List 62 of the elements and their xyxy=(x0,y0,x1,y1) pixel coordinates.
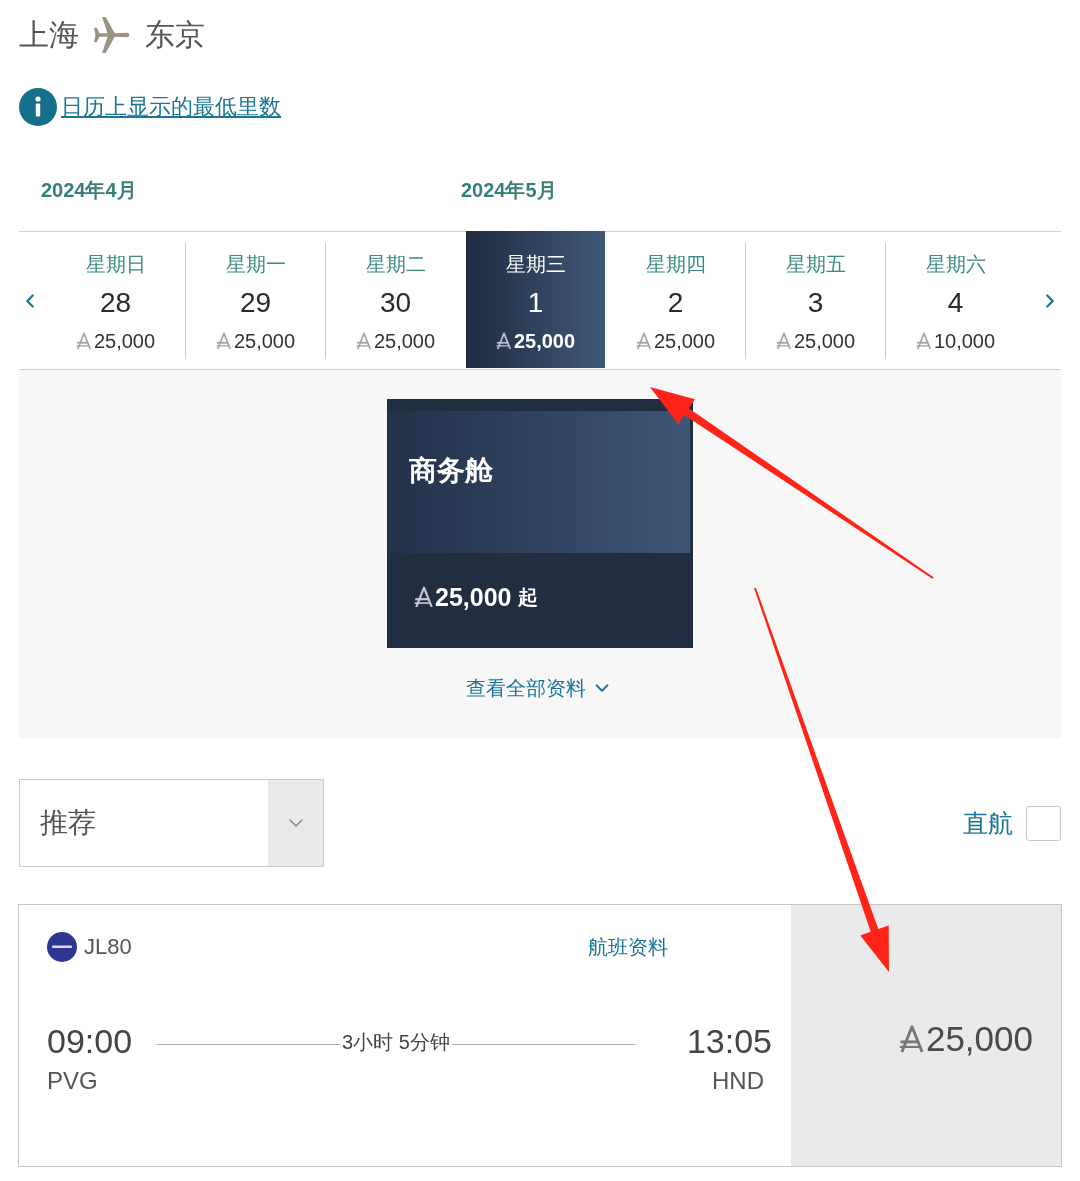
origin-city: 上海 xyxy=(19,17,79,53)
nonstop-label: 直航 xyxy=(963,808,1013,838)
date-tab[interactable]: 星期三 1 25,000 xyxy=(466,231,605,368)
currency-icon xyxy=(75,332,92,350)
view-all-details-link[interactable]: 查看全部资料 xyxy=(466,675,614,701)
info-icon xyxy=(19,88,57,126)
cabin-price: 25,000 xyxy=(435,582,512,612)
date-tab[interactable]: 星期四 2 25,000 xyxy=(606,232,745,369)
day-number: 2 xyxy=(667,286,684,320)
miles-price: 25,000 xyxy=(93,329,156,354)
miles-price: 25,000 xyxy=(653,329,716,354)
flight-duration: 3小时 5分钟 xyxy=(340,1029,452,1055)
weekday-label: 星期四 xyxy=(645,252,706,277)
weekday-label: 星期日 xyxy=(85,252,146,277)
currency-icon xyxy=(635,332,652,350)
date-tab[interactable]: 星期日 28 25,000 xyxy=(46,232,185,369)
lowest-miles-link[interactable]: 日历上显示的最低里数 xyxy=(61,93,281,121)
day-number: 1 xyxy=(527,286,544,320)
sort-dropdown[interactable]: 推荐 xyxy=(19,779,324,867)
weekday-label: 星期二 xyxy=(365,252,426,277)
weekday-label: 星期三 xyxy=(505,252,566,277)
weekday-label: 星期五 xyxy=(785,252,846,277)
month-label: 2024年4月 xyxy=(41,178,137,203)
departure-airport: PVG xyxy=(47,1067,98,1095)
miles-price: 25,000 xyxy=(373,329,436,354)
cabin-card[interactable]: 商务舱 25,000 起 xyxy=(387,399,693,648)
miles-price: 25,000 xyxy=(233,329,296,354)
date-tab[interactable]: 星期一 29 25,000 xyxy=(186,232,325,369)
flight-number: JL80 xyxy=(84,933,132,961)
currency-icon xyxy=(355,332,372,350)
cabin-name: 商务舱 xyxy=(409,455,493,486)
currency-icon xyxy=(215,332,232,350)
month-label: 2024年5月 xyxy=(461,178,557,203)
nonstop-checkbox[interactable] xyxy=(1026,805,1061,841)
arrival-airport: HND xyxy=(712,1067,764,1095)
day-number: 30 xyxy=(379,286,412,320)
day-number: 28 xyxy=(99,286,132,320)
date-tab[interactable]: 星期五 3 25,000 xyxy=(746,232,885,369)
airline-logo-icon xyxy=(47,932,77,962)
day-number: 3 xyxy=(807,286,824,320)
weekday-label: 星期一 xyxy=(225,252,286,277)
price-suffix: 起 xyxy=(518,585,539,610)
fare-panel[interactable]: 25,000 xyxy=(791,905,1061,1166)
destination-city: 东京 xyxy=(145,17,205,53)
miles-price: 25,000 xyxy=(513,329,576,354)
date-tab[interactable]: 星期六 4 10,000 xyxy=(886,232,1025,369)
currency-icon xyxy=(915,332,932,350)
weekday-label: 星期六 xyxy=(925,252,986,277)
currency-icon xyxy=(414,586,434,608)
day-number: 29 xyxy=(239,286,272,320)
currency-icon xyxy=(898,1024,925,1054)
fare-price: 25,000 xyxy=(925,1019,1033,1059)
currency-icon xyxy=(775,332,792,350)
airplane-icon xyxy=(93,17,131,53)
flight-details-link[interactable]: 航班资料 xyxy=(588,934,668,960)
currency-icon xyxy=(495,332,512,350)
arrival-time: 13:05 xyxy=(686,1022,772,1060)
miles-price: 25,000 xyxy=(793,329,856,354)
day-number: 4 xyxy=(947,286,964,320)
miles-price: 10,000 xyxy=(933,329,996,354)
departure-time: 09:00 xyxy=(47,1022,133,1060)
date-tab[interactable]: 星期二 30 25,000 xyxy=(326,232,465,369)
